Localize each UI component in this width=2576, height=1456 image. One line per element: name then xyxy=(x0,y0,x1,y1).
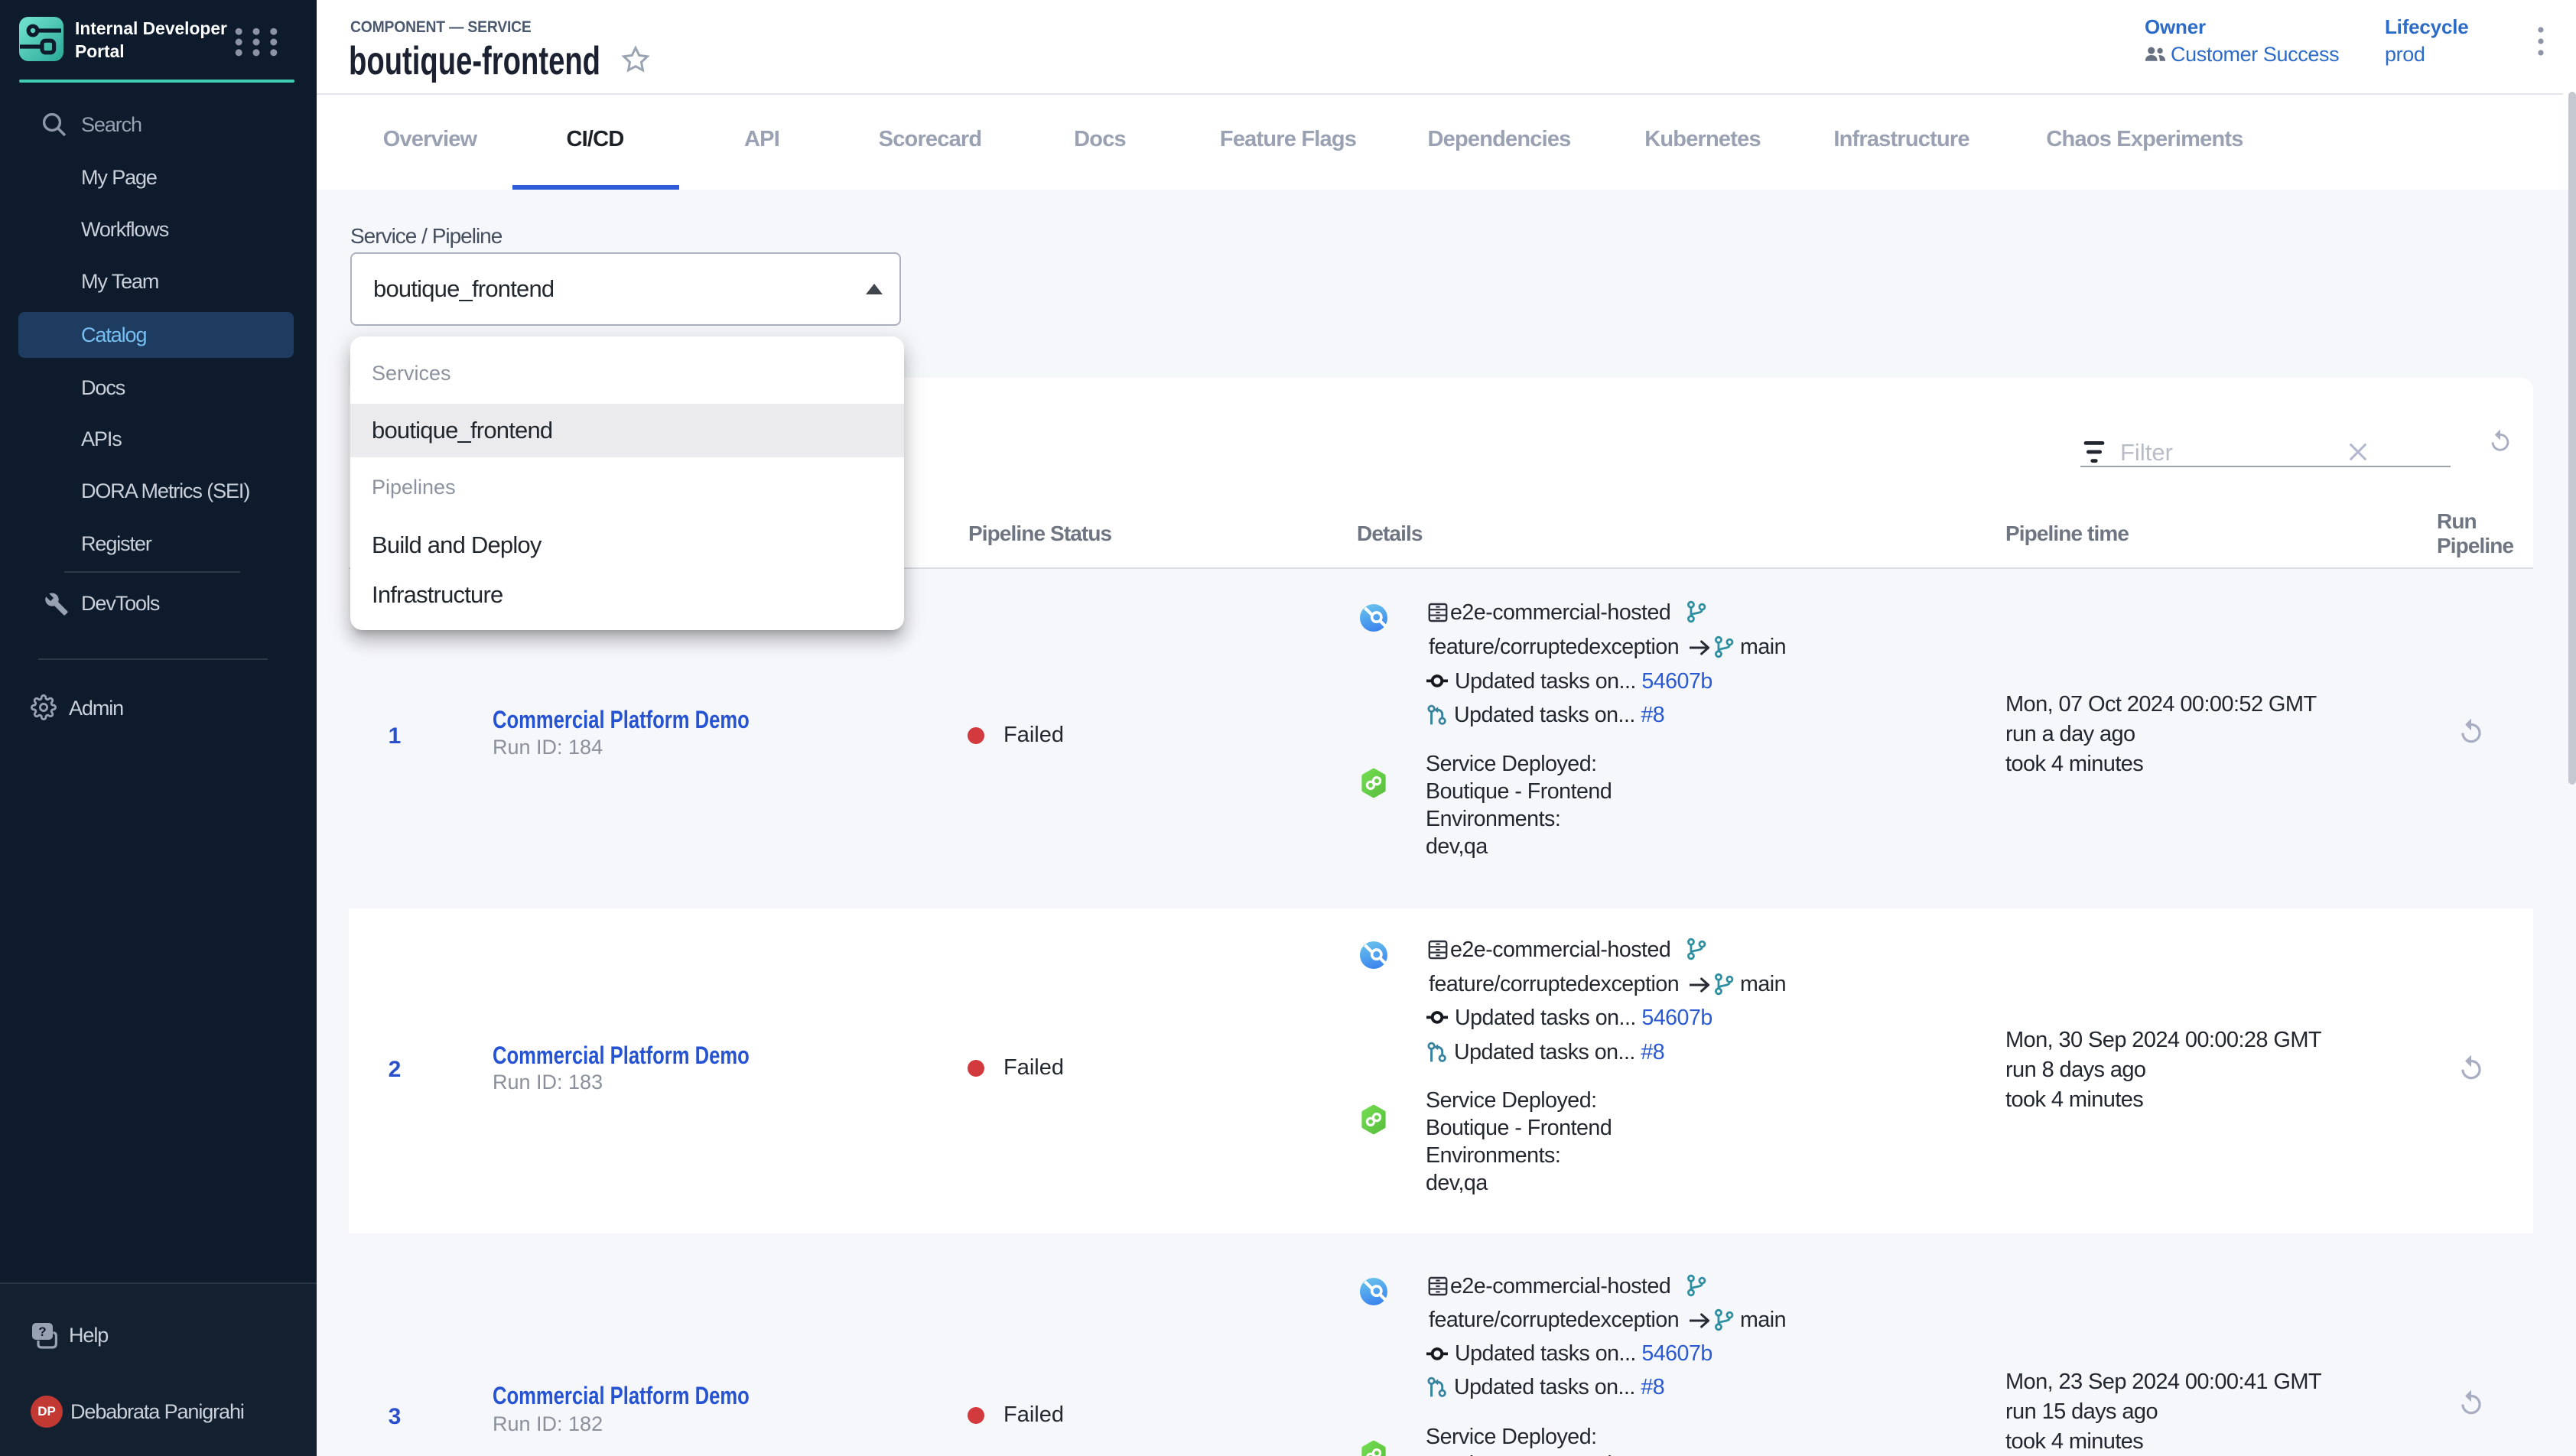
svg-text:?: ? xyxy=(38,1324,46,1339)
